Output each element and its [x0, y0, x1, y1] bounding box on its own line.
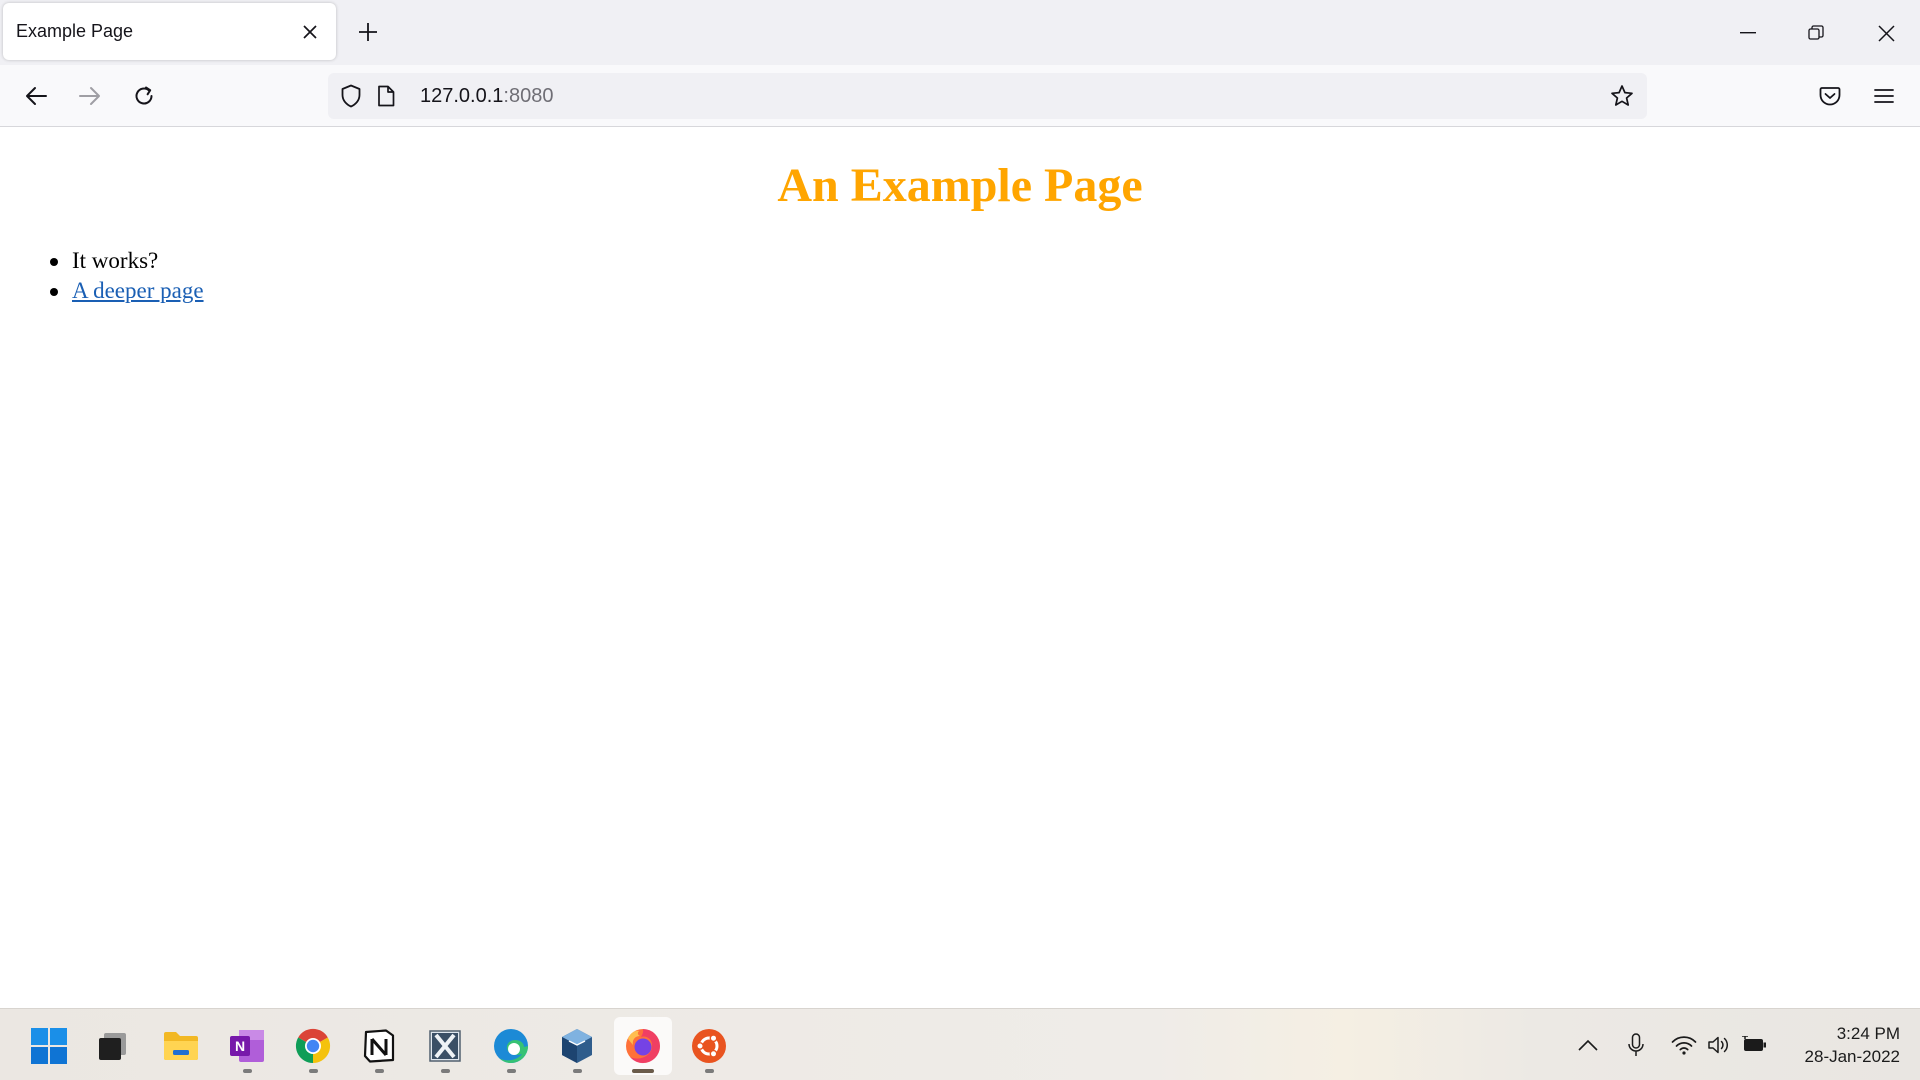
running-indicator: [705, 1069, 714, 1073]
page-icon[interactable]: [372, 82, 400, 110]
onenote-icon[interactable]: N: [218, 1017, 276, 1075]
page-list: It works? A deeper page: [50, 246, 204, 306]
microphone-icon[interactable]: [1619, 1027, 1653, 1063]
browser-tab[interactable]: Example Page: [3, 3, 336, 60]
url-text[interactable]: 127.0.0.1:8080: [420, 85, 553, 108]
task-view-icon[interactable]: [83, 1017, 141, 1075]
running-indicator: [573, 1069, 582, 1073]
tab-title: Example Page: [16, 21, 134, 41]
forward-button[interactable]: [69, 75, 111, 117]
url-port: :8080: [503, 85, 554, 107]
running-indicator: [441, 1069, 450, 1073]
minimize-button[interactable]: [1718, 10, 1778, 56]
edge-icon[interactable]: [482, 1017, 540, 1075]
shield-icon[interactable]: [337, 82, 365, 110]
volume-icon[interactable]: [1702, 1027, 1736, 1063]
new-tab-button[interactable]: [350, 14, 386, 50]
close-tab-icon[interactable]: [294, 16, 326, 48]
pocket-button[interactable]: [1809, 75, 1851, 117]
menu-button[interactable]: [1863, 75, 1905, 117]
deeper-page-link[interactable]: A deeper page: [72, 278, 204, 303]
chrome-icon[interactable]: [284, 1017, 342, 1075]
running-indicator: [309, 1069, 318, 1073]
firefox-icon[interactable]: [614, 1017, 672, 1075]
clock-time: 3:24 PM: [1836, 1024, 1900, 1043]
bullet: [50, 288, 58, 296]
list-item: It works?: [50, 246, 204, 276]
bullet: [50, 258, 58, 266]
taskbar: N 3:24 PM 28-Jan-2022: [0, 1008, 1920, 1080]
running-indicator: [243, 1069, 252, 1073]
file-explorer-icon[interactable]: [152, 1017, 210, 1075]
page-viewport: An Example Page It works? A deeper page: [0, 128, 1920, 1008]
list-item-text: It works?: [72, 248, 159, 273]
close-window-button[interactable]: [1856, 10, 1916, 56]
list-item: A deeper page: [50, 276, 204, 306]
address-bar[interactable]: 127.0.0.1:8080: [328, 73, 1647, 119]
running-indicator: [375, 1069, 384, 1073]
start-icon[interactable]: [20, 1017, 78, 1075]
virtualbox-icon[interactable]: [548, 1017, 606, 1075]
svg-text:N: N: [235, 1038, 245, 1054]
chevron-up-icon[interactable]: [1571, 1027, 1605, 1063]
navigation-toolbar: 127.0.0.1:8080: [0, 65, 1920, 127]
notion-icon[interactable]: [350, 1017, 408, 1075]
clock[interactable]: 3:24 PM 28-Jan-2022: [1780, 1022, 1900, 1068]
url-host: 127.0.0.1: [420, 85, 504, 107]
battery-icon[interactable]: [1737, 1027, 1771, 1063]
wifi-icon[interactable]: [1667, 1027, 1701, 1063]
tab-strip: Example Page: [0, 0, 1920, 65]
back-button[interactable]: [15, 75, 57, 117]
running-indicator: [507, 1069, 516, 1073]
xming-icon[interactable]: [416, 1017, 474, 1075]
ubuntu-icon[interactable]: [680, 1017, 738, 1075]
page-heading: An Example Page: [777, 159, 1143, 212]
reload-button[interactable]: [123, 75, 165, 117]
bookmark-star-icon[interactable]: [1608, 82, 1636, 110]
running-indicator: [632, 1069, 654, 1073]
restore-button[interactable]: [1786, 10, 1846, 56]
clock-date: 28-Jan-2022: [1804, 1047, 1900, 1066]
